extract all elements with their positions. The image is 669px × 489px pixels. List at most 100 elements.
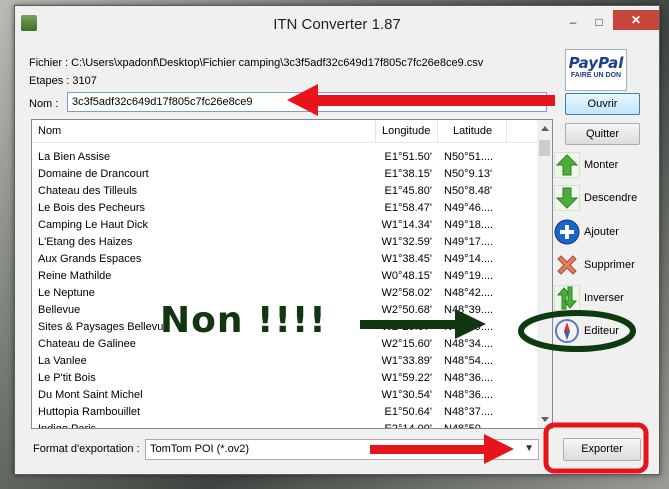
row-longitude: E1°50.64' [384,406,432,418]
delete-label: Supprimer [584,259,635,271]
add-label: Ajouter [584,226,619,238]
row-name: Aux Grands Espaces [38,253,142,265]
row-latitude: N49°19.... [444,270,494,282]
col-header-name[interactable]: Nom [38,125,61,137]
row-longitude: E1°45.80' [384,185,432,197]
row-latitude: N50°8.48' [444,185,493,197]
table-row[interactable]: Reine Mathilde W0°48.15' N49°19.... [32,268,537,285]
reverse-button[interactable]: Inverser [552,283,652,313]
table-row[interactable]: Le Bois des Pecheurs E1°58.47' N49°46.... [32,200,537,217]
row-longitude: W1°33.89' [381,355,432,367]
open-button[interactable]: Ouvrir [565,93,640,115]
col-header-longitude[interactable]: Longitude [382,125,430,137]
table-row[interactable]: L'Etang des Haizes W1°32.59' N49°17.... [32,234,537,251]
row-longitude: W2°15.60' [381,338,432,350]
row-longitude: E1°51.50' [384,151,432,163]
row-longitude: W1°14.34' [381,219,432,231]
row-name: Camping Le Haut Dick [38,219,149,231]
row-name: Huttopia Rambouillet [38,406,141,418]
add-button[interactable]: Ajouter [552,217,652,247]
row-latitude: N48°34.... [444,338,494,350]
chevron-down-icon: ▼ [524,443,534,454]
row-longitude: W2°50.68' [381,304,432,316]
plus-icon [554,219,580,245]
paypal-logo: PayPal [568,54,624,72]
table-row[interactable]: Huttopia Rambouillet E1°50.64' N48°37.... [32,404,537,421]
row-longitude: W1°59.22' [381,372,432,384]
table-row[interactable]: La Vanlee W1°33.89' N48°54.... [32,353,537,370]
row-name: Le P'tit Bois [38,372,96,384]
table-row[interactable]: Le P'tit Bois W1°59.22' N48°36.... [32,370,537,387]
table-row[interactable]: Du Mont Saint Michel W1°30.54' N48°36.... [32,387,537,404]
table-row[interactable]: Aux Grands Espaces W1°38.45' N49°14.... [32,251,537,268]
row-latitude: N48°39.... [444,321,494,333]
delete-x-icon [557,255,577,275]
row-latitude: N49°18.... [444,219,494,231]
scroll-up-icon[interactable] [541,126,549,131]
swap-arrows-icon [554,285,580,311]
table-row[interactable]: La Bien Assise E1°51.50' N50°51.... [32,149,537,166]
table-row[interactable]: Camping Le Haut Dick W1°14.34' N49°18.... [32,217,537,234]
row-name: Sites & Paysages Bellevue [38,321,170,333]
export-format-select[interactable]: TomTom POI (*.ov2) ▼ [145,439,539,460]
arrow-up-icon [554,152,580,178]
row-name: Chateau de Galinee [38,338,136,350]
maximize-button[interactable]: □ [586,12,612,32]
paypal-tagline: FAIRE UN DON [570,72,622,79]
name-label: Nom : [29,98,59,110]
table-header: Nom Longitude Latitude [32,120,537,143]
row-latitude: N48°50.... [444,423,494,429]
row-longitude: W1°32.59' [381,236,432,248]
minimize-button[interactable]: – [560,12,586,32]
row-latitude: N48°42.... [444,287,494,299]
row-longitude: W0°48.15' [381,270,432,282]
table-row[interactable]: Chateau des Tilleuls E1°45.80' N50°8.48' [32,183,537,200]
row-longitude: W2°58.02' [381,287,432,299]
file-path: Fichier : C:\Users\xpadonf\Desktop\Fichi… [29,57,484,69]
export-button[interactable]: Exporter [563,438,641,461]
editor-label: Editeur [584,325,619,337]
close-button[interactable]: ✕ [613,10,659,30]
row-latitude: N48°37.... [444,406,494,418]
row-latitude: N49°17.... [444,236,494,248]
compass-icon [555,319,579,343]
row-name: Bellevue [38,304,81,316]
steps-count: Etapes : 3107 [29,75,97,87]
row-latitude: N48°36.... [444,389,494,401]
row-name: Domaine de Drancourt [38,168,149,180]
table-scrollbar[interactable] [537,120,552,428]
scroll-down-icon[interactable] [541,417,549,422]
row-latitude: N48°36.... [444,372,494,384]
scroll-thumb[interactable] [539,140,550,156]
row-latitude: N50°51.... [444,151,494,163]
paypal-donate-button[interactable]: PayPal FAIRE UN DON [565,49,627,91]
row-name: Le Bois des Pecheurs [38,202,146,214]
name-input[interactable]: 3c3f5adf32c649d17f805c7fc26e8ce9 [67,92,547,112]
row-longitude: E2°14.09' [384,423,432,429]
reverse-label: Inverser [584,292,624,304]
editor-button[interactable]: Editeur [552,316,652,346]
move-down-button[interactable]: Descendre [552,183,652,213]
export-format-value: TomTom POI (*.ov2) [150,443,250,455]
row-latitude: N49°46.... [444,202,494,214]
quit-button[interactable]: Quitter [565,123,640,145]
move-up-button[interactable]: Monter [552,150,652,180]
move-down-label: Descendre [584,192,638,204]
col-header-latitude[interactable]: Latitude [453,125,492,137]
row-name: Du Mont Saint Michel [38,389,143,401]
table-row[interactable]: Indigo Paris E2°14.09' N48°50.... [32,421,537,429]
delete-button[interactable]: Supprimer [552,250,652,280]
row-longitude: W1°30.54' [381,389,432,401]
arrow-down-icon [554,185,580,211]
table-row[interactable]: Domaine de Drancourt E1°38.15' N50°9.13' [32,166,537,183]
row-name: La Vanlee [38,355,87,367]
row-latitude: N49°14.... [444,253,494,265]
row-longitude: E1°58.47' [384,202,432,214]
row-name: Chateau des Tilleuls [38,185,138,197]
poi-table[interactable]: Nom Longitude Latitude La Bien Assise E1°… [31,119,553,429]
row-longitude: W2°29.07' [381,321,432,333]
title-bar: ITN Converter 1.87 – □ ✕ [15,6,659,41]
move-up-label: Monter [584,159,619,171]
row-latitude: N48°39.... [444,304,494,316]
app-window: ITN Converter 1.87 – □ ✕ Fichier : C:\Us… [14,5,660,475]
